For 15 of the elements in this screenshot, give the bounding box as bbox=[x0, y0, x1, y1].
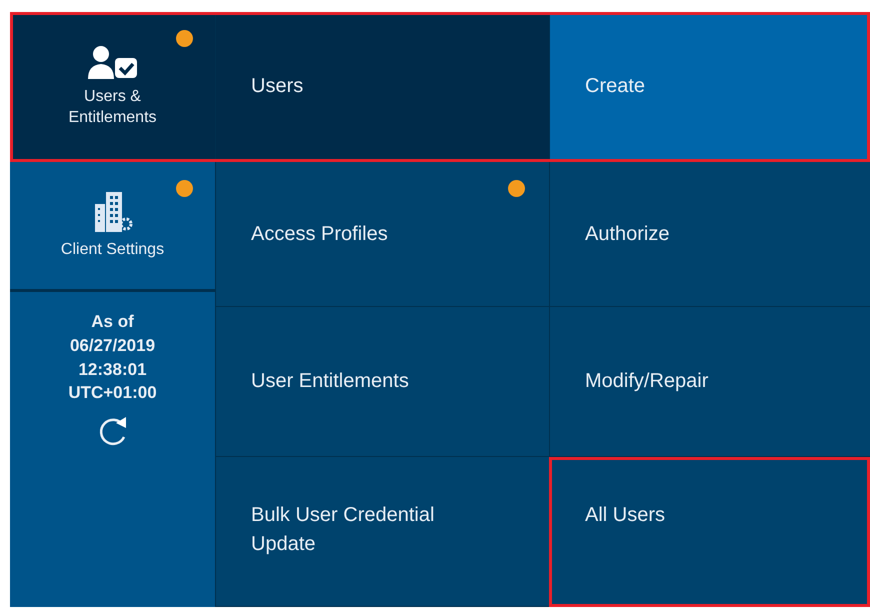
menu-item[interactable]: Access Profiles bbox=[215, 162, 549, 307]
timestamp-text: 12:38:01 bbox=[78, 358, 147, 381]
building-gear-icon bbox=[92, 190, 132, 232]
timestamp-text: UTC+01:00 bbox=[68, 382, 157, 404]
submenu-item[interactable]: All Users bbox=[549, 457, 870, 607]
module-tab[interactable]: Users & Entitlements bbox=[10, 12, 215, 162]
user-check-icon bbox=[86, 44, 140, 79]
submenu-item[interactable]: Modify/Repair bbox=[549, 307, 870, 457]
timestamp-text: As of bbox=[91, 311, 134, 333]
submenu-item[interactable]: Authorize bbox=[549, 162, 870, 307]
menu-item[interactable]: Bulk User Credential Update bbox=[215, 457, 549, 607]
submenu-item[interactable]: Create bbox=[549, 12, 870, 162]
menu-item[interactable]: Users bbox=[215, 12, 549, 162]
menu-item[interactable]: User Entitlements bbox=[215, 307, 549, 457]
timestamp-text: 06/27/2019 bbox=[70, 334, 156, 357]
